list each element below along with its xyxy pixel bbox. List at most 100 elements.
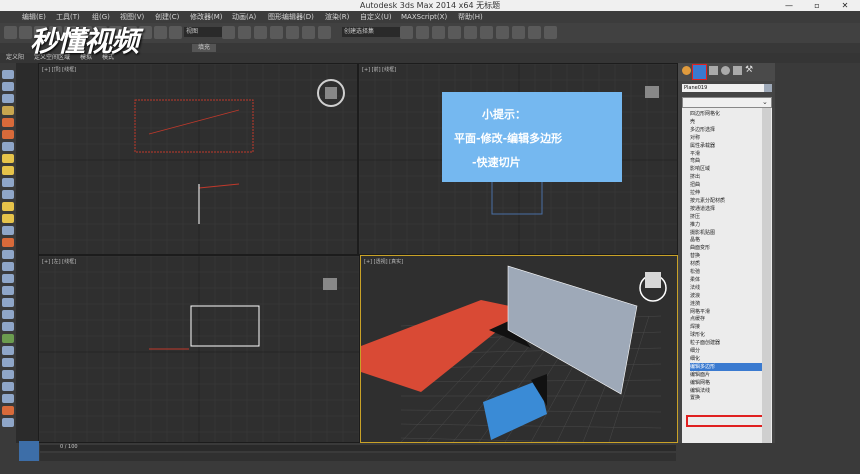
toolbar-button[interactable] xyxy=(139,26,152,39)
modifier-list-item[interactable]: 编辑网格 xyxy=(690,379,762,387)
tool-icon[interactable] xyxy=(2,226,14,235)
modifier-list-item[interactable]: 柔体 xyxy=(690,276,762,284)
modifier-list-item[interactable]: 拉伸 xyxy=(690,189,762,197)
menu-item[interactable]: 动画(A) xyxy=(232,11,256,23)
modifier-list-item[interactable]: 壳 xyxy=(690,118,762,126)
modifier-list-item[interactable]: 曲面变形 xyxy=(690,244,762,252)
menu-item[interactable]: 图形编辑器(D) xyxy=(268,11,314,23)
modifier-list-item[interactable]: 点缓存 xyxy=(690,315,762,323)
tool-icon[interactable] xyxy=(2,322,14,331)
toolbar-button[interactable] xyxy=(432,26,445,39)
viewcube[interactable] xyxy=(645,272,661,288)
viewcube[interactable] xyxy=(645,86,659,98)
modifier-list-dropdown[interactable] xyxy=(682,97,772,108)
viewport-label[interactable]: [+] [顶] [线框] xyxy=(42,66,76,73)
tool-icon[interactable] xyxy=(2,130,14,139)
tool-icon[interactable] xyxy=(2,202,14,211)
toolbar-button[interactable] xyxy=(254,26,267,39)
tool-icon[interactable] xyxy=(2,346,14,355)
tool-icon[interactable] xyxy=(2,418,14,427)
viewport-top[interactable]: [+] [顶] [线框] xyxy=(38,63,358,255)
tool-icon[interactable] xyxy=(2,394,14,403)
create-tab-icon[interactable] xyxy=(682,66,691,75)
toolbar-button[interactable] xyxy=(302,26,315,39)
toolbar-button[interactable] xyxy=(464,26,477,39)
tool-icon[interactable] xyxy=(2,262,14,271)
modify-tab-icon[interactable] xyxy=(692,64,707,80)
toolbar-button[interactable] xyxy=(528,26,541,39)
close-button[interactable]: ✕ xyxy=(831,0,859,11)
modifier-list-item[interactable]: 影响区域 xyxy=(690,165,762,173)
modifier-list-item[interactable]: 编辑多边形 xyxy=(690,362,762,371)
modifier-list-item[interactable]: 晶格 xyxy=(690,236,762,244)
modifier-list-item[interactable]: 粒子面创建器 xyxy=(690,339,762,347)
tool-icon[interactable] xyxy=(2,406,14,415)
modifier-list-item[interactable]: 细化 xyxy=(690,355,762,363)
view-dropdown[interactable]: 视图 xyxy=(184,27,222,37)
modifier-list-item[interactable]: 推力 xyxy=(690,221,762,229)
tool-icon[interactable] xyxy=(2,238,14,247)
tool-icon[interactable] xyxy=(2,166,14,175)
motion-tab-icon[interactable] xyxy=(721,66,730,75)
toolbar-button[interactable] xyxy=(448,26,461,39)
modifier-list-item[interactable]: 四边形网格化 xyxy=(690,110,762,118)
tool-icon[interactable] xyxy=(2,370,14,379)
modifier-list-item[interactable]: 球形化 xyxy=(690,331,762,339)
tool-icon[interactable] xyxy=(2,250,14,259)
toolbar-button[interactable] xyxy=(4,26,17,39)
menu-item[interactable]: 自定义(U) xyxy=(360,11,392,23)
viewport-left[interactable]: [+] [左] [线框] xyxy=(38,255,360,443)
modifier-list-item[interactable]: 置换 xyxy=(690,394,762,402)
menu-item[interactable]: 帮助(H) xyxy=(458,11,483,23)
toolbar-button[interactable] xyxy=(154,26,167,39)
tool-icon[interactable] xyxy=(2,118,14,127)
toolbar-button[interactable] xyxy=(169,26,182,39)
modifier-list-item[interactable]: 波浪 xyxy=(690,292,762,300)
tool-icon[interactable] xyxy=(2,214,14,223)
toolbar-button[interactable] xyxy=(270,26,283,39)
display-tab-icon[interactable] xyxy=(733,66,742,75)
tool-icon[interactable] xyxy=(2,298,14,307)
tool-icon[interactable] xyxy=(2,358,14,367)
modifier-list-item[interactable]: 网格平滑 xyxy=(690,308,762,316)
modifier-list-item[interactable]: 法线 xyxy=(690,284,762,292)
toolbar-button[interactable] xyxy=(238,26,251,39)
fill-button[interactable]: 填充 xyxy=(192,44,216,52)
toolbar-button[interactable] xyxy=(480,26,493,39)
modifier-list-item[interactable]: 松弛 xyxy=(690,268,762,276)
utilities-tab-icon[interactable]: ⚒ xyxy=(745,66,755,75)
toolbar-button[interactable] xyxy=(544,26,557,39)
modifier-list-item[interactable]: 摄影机贴图 xyxy=(690,229,762,237)
modifier-list-item[interactable]: 挤压 xyxy=(690,213,762,221)
toolbar-button[interactable] xyxy=(512,26,525,39)
menu-item[interactable]: MAXScript(X) xyxy=(401,11,447,23)
tool-icon[interactable] xyxy=(2,178,14,187)
toolbar-button[interactable] xyxy=(400,26,413,39)
tool-icon[interactable] xyxy=(2,190,14,199)
track-bar[interactable] xyxy=(40,453,676,461)
viewport-label[interactable]: [+] [透视] [真实] xyxy=(364,258,403,265)
tool-icon[interactable] xyxy=(2,82,14,91)
toolbar-button[interactable] xyxy=(222,26,235,39)
modifier-list-item[interactable]: 细分 xyxy=(690,347,762,355)
modifier-list-scrollbar[interactable] xyxy=(762,108,771,461)
viewport-label[interactable]: [+] [左] [线框] xyxy=(42,258,76,265)
time-slider[interactable] xyxy=(40,445,676,451)
modifier-list-item[interactable]: 涟漪 xyxy=(690,300,762,308)
modifier-list-item[interactable]: 平滑 xyxy=(690,150,762,158)
viewcube[interactable] xyxy=(323,278,337,290)
tool-icon[interactable] xyxy=(2,334,14,343)
tool-icon[interactable] xyxy=(2,310,14,319)
tool-icon[interactable] xyxy=(2,106,14,115)
menu-item[interactable]: 渲染(R) xyxy=(325,11,349,23)
modifier-list-item[interactable]: 编辑面片 xyxy=(690,371,762,379)
menu-item[interactable]: 修改器(M) xyxy=(190,11,223,23)
minimize-button[interactable]: — xyxy=(775,0,803,11)
modifier-list-item[interactable]: 扭曲 xyxy=(690,181,762,189)
hierarchy-tab-icon[interactable] xyxy=(709,66,718,75)
viewcube[interactable] xyxy=(325,87,337,99)
modifier-list-item[interactable]: 弯曲 xyxy=(690,157,762,165)
selection-set-dropdown[interactable]: 创建选择集 xyxy=(342,27,400,37)
modifier-list-item[interactable]: 多边形选择 xyxy=(690,126,762,134)
tool-icon[interactable] xyxy=(2,94,14,103)
